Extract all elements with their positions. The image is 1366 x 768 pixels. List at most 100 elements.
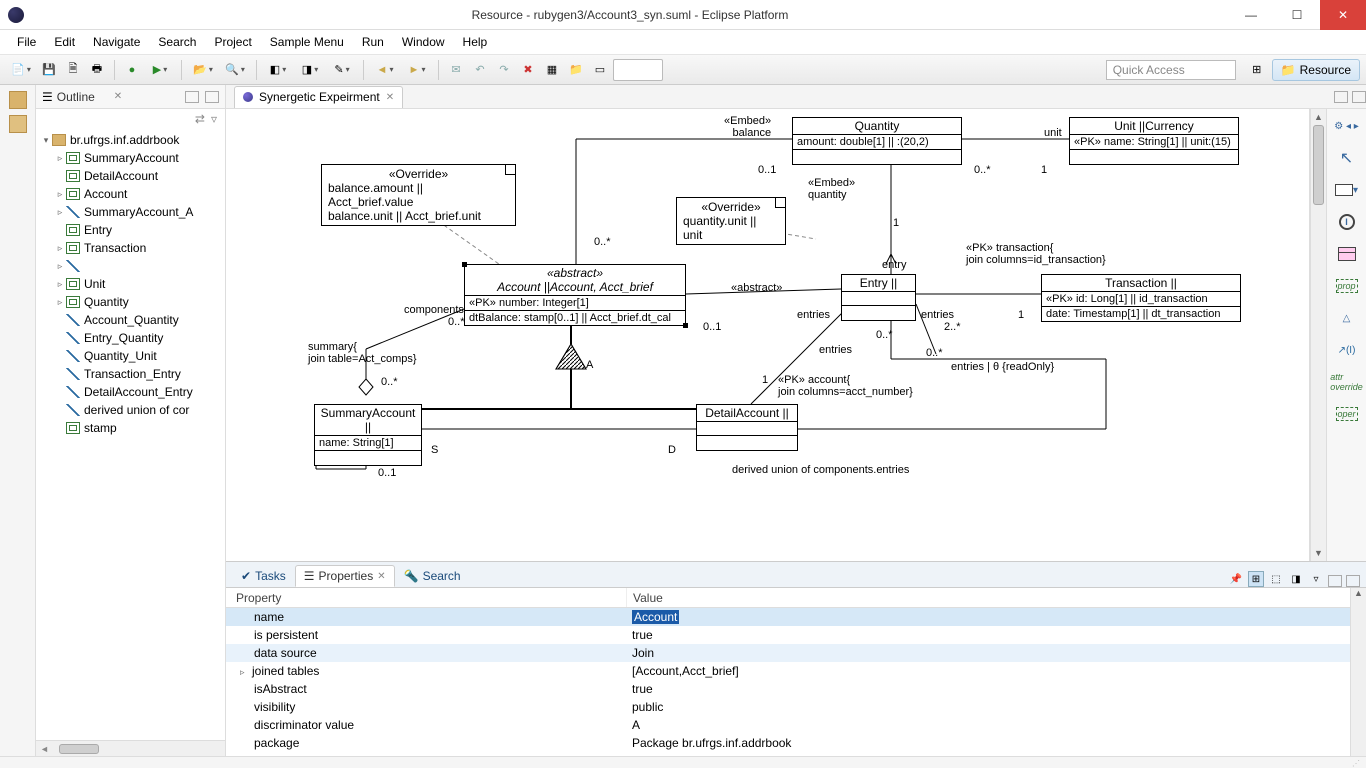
menu-project[interactable]: Project [207, 32, 258, 52]
property-row[interactable]: packagePackage br.ufrgs.inf.addrbook [226, 734, 1350, 752]
tool-d[interactable]: ▦ [541, 59, 563, 81]
palette-select-tool[interactable]: ↖ [1334, 147, 1360, 169]
tool-c[interactable]: ↷ [493, 59, 515, 81]
outline-menu-icon[interactable]: ▿ [211, 112, 217, 126]
tool-f[interactable]: ▭ [589, 59, 611, 81]
property-row[interactable]: is persistenttrue [226, 626, 1350, 644]
tool-a[interactable]: ✉ [445, 59, 467, 81]
class-summaryaccount[interactable]: SummaryAccount || name: String[1] [314, 404, 422, 466]
tab-properties[interactable]: ☰ Properties ✕ [295, 565, 395, 587]
palette-class-tool[interactable]: ▾ [1334, 179, 1360, 201]
tree-item[interactable]: ▹SummaryAccount_A [40, 203, 221, 221]
annotation-prev[interactable]: ◧ [263, 59, 293, 81]
prop-menu-icon[interactable]: ▿ [1308, 571, 1324, 587]
run-config-button[interactable]: ▶ [145, 59, 175, 81]
diagram-canvas[interactable]: «Override» balance.amount || Acct_brief.… [226, 109, 1310, 561]
class-quantity[interactable]: Quantity amount: double[1] || :(20,2) [792, 117, 962, 165]
tree-item[interactable]: ▹ [40, 257, 221, 275]
save-all-button[interactable]: 🗎 [62, 59, 84, 81]
prop-adv-icon[interactable]: ◨ [1288, 571, 1304, 587]
menu-run[interactable]: Run [355, 32, 391, 52]
outline-tree[interactable]: ▾ br.ufrgs.inf.addrbook ▹SummaryAccountD… [36, 129, 225, 740]
tree-item[interactable]: DetailAccount_Entry [40, 383, 221, 401]
tree-item[interactable]: ▹Account [40, 185, 221, 203]
prop-max-icon[interactable] [1346, 575, 1360, 587]
class-account[interactable]: «abstract» Account ||Account, Acct_brief… [464, 264, 686, 326]
perspective-resource[interactable]: 📁 Resource [1272, 59, 1360, 81]
palette-gen-tool[interactable]: △ [1334, 307, 1360, 329]
property-row[interactable]: data sourceJoin [226, 644, 1350, 662]
tree-item[interactable]: stamp [40, 419, 221, 437]
close-button[interactable]: ✕ [1320, 0, 1366, 30]
property-row[interactable]: nameAccount [226, 608, 1350, 626]
editor-tab-synergetic[interactable]: Synergetic Expeirment ✕ [234, 86, 403, 108]
property-row[interactable]: discriminator valueA [226, 716, 1350, 734]
project-explorer-icon[interactable] [9, 91, 27, 109]
tree-item[interactable]: ▹Quantity [40, 293, 221, 311]
palette-assoc-tool[interactable]: ↗(I) [1334, 339, 1360, 361]
note-override-quantity[interactable]: «Override» quantity.unit || unit [676, 197, 786, 245]
tool-e[interactable]: 📁 [565, 59, 587, 81]
tree-item[interactable]: DetailAccount [40, 167, 221, 185]
prop-filter-icon[interactable]: ⬚ [1268, 571, 1284, 587]
palette-oper-tool[interactable]: oper [1334, 403, 1360, 425]
outline-min-icon[interactable] [185, 91, 199, 103]
property-row[interactable]: isAbstracttrue [226, 680, 1350, 698]
canvas-vscroll[interactable]: ▲▼ [1310, 109, 1326, 561]
palette-prop-tool[interactable]: prop [1334, 275, 1360, 297]
palette-attr-tool[interactable]: attroverride [1334, 371, 1360, 393]
tree-item[interactable]: Entry_Quantity [40, 329, 221, 347]
back-button[interactable]: ◄ [370, 59, 400, 81]
class-unit[interactable]: Unit ||Currency «PK» name: String[1] || … [1069, 117, 1239, 165]
properties-vscroll[interactable]: ▲ [1350, 588, 1366, 756]
tree-item[interactable]: derived union of cor [40, 401, 221, 419]
tree-item[interactable]: Quantity_Unit [40, 347, 221, 365]
last-edit[interactable]: ✎ [327, 59, 357, 81]
tree-item[interactable]: Transaction_Entry [40, 365, 221, 383]
menu-file[interactable]: File [10, 32, 43, 52]
save-button[interactable]: 💾 [38, 59, 60, 81]
maximize-button[interactable]: ☐ [1274, 0, 1320, 30]
open-perspective-button[interactable]: ⊞ [1246, 59, 1268, 81]
property-row[interactable]: visibilitypublic [226, 698, 1350, 716]
outline-hscroll[interactable]: ◄ [36, 740, 225, 756]
editor-max-icon[interactable] [1352, 91, 1366, 103]
outline-max-icon[interactable] [205, 91, 219, 103]
tool-delete[interactable]: ✖ [517, 59, 539, 81]
minimize-button[interactable]: — [1228, 0, 1274, 30]
tab-search[interactable]: 🔦 Search [395, 565, 470, 587]
search-button[interactable]: 🔍 [220, 59, 250, 81]
note-override-balance[interactable]: «Override» balance.amount || Acct_brief.… [321, 164, 516, 226]
menu-sample[interactable]: Sample Menu [263, 32, 351, 52]
menu-help[interactable]: Help [456, 32, 495, 52]
annotation-next[interactable]: ◨ [295, 59, 325, 81]
properties-table[interactable]: Property Value nameAccountis persistentt… [226, 588, 1350, 756]
tree-item[interactable]: ▹Unit [40, 275, 221, 293]
palette-interface-tool[interactable] [1334, 211, 1360, 233]
quick-access-input[interactable]: Quick Access [1106, 60, 1236, 80]
zoom-dropdown[interactable] [613, 59, 663, 81]
navigator-icon[interactable] [9, 115, 27, 133]
tab-tasks[interactable]: ✔ Tasks [232, 565, 295, 587]
class-entry[interactable]: Entry || [841, 274, 916, 321]
editor-min-icon[interactable] [1334, 91, 1348, 103]
property-row[interactable]: ▹joined tables[Account,Acct_brief] [226, 662, 1350, 680]
menu-navigate[interactable]: Navigate [86, 32, 147, 52]
open-type-button[interactable]: 📂 [188, 59, 218, 81]
prop-min-icon[interactable] [1328, 575, 1342, 587]
print-button[interactable]: 🖶 [86, 59, 108, 81]
tool-b[interactable]: ↶ [469, 59, 491, 81]
editor-tab-close-icon[interactable]: ✕ [386, 92, 394, 103]
tree-item[interactable]: Entry [40, 221, 221, 239]
tree-item[interactable]: ▹SummaryAccount [40, 149, 221, 167]
tree-item[interactable]: Account_Quantity [40, 311, 221, 329]
menu-edit[interactable]: Edit [47, 32, 82, 52]
class-detailaccount[interactable]: DetailAccount || [696, 404, 798, 451]
class-transaction[interactable]: Transaction || «PK» id: Long[1] || id_tr… [1041, 274, 1241, 322]
outline-close-icon[interactable]: ✕ [114, 91, 122, 102]
new-button[interactable]: 📄 [6, 59, 36, 81]
run-button[interactable]: ● [121, 59, 143, 81]
outline-link-icon[interactable]: ⇄ [195, 112, 205, 126]
palette-pink-tool[interactable] [1334, 243, 1360, 265]
tree-root[interactable]: br.ufrgs.inf.addrbook [70, 133, 179, 147]
